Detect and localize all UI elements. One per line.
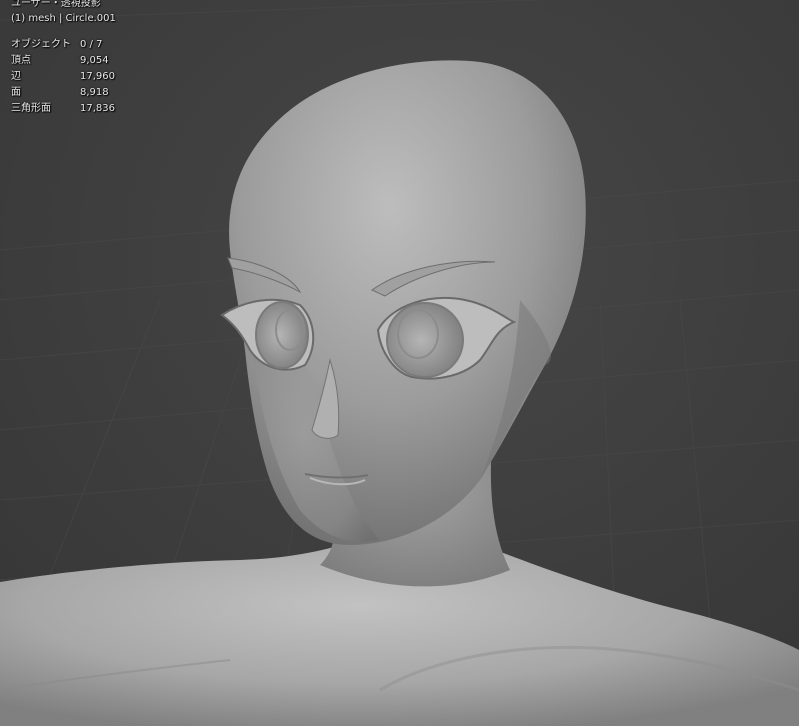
3d-viewport[interactable]: ユーザー・透視投影 (1) mesh | Circle.001 オブジェクト 0…: [0, 0, 799, 726]
stat-value: 17,960: [80, 71, 115, 82]
stat-label: オブジェクト: [11, 39, 71, 50]
stat-row-faces: 面 8,918: [11, 85, 115, 101]
stat-value: 17,836: [80, 103, 115, 114]
stat-row-edges: 辺 17,960: [11, 69, 115, 85]
stat-row-vertices: 頂点 9,054: [11, 53, 115, 69]
stat-value: 8,918: [80, 87, 109, 98]
stat-value: 9,054: [80, 55, 109, 66]
stat-row-triangles: 三角形面 17,836: [11, 101, 115, 117]
stat-label: 面: [11, 87, 21, 98]
stat-value: 0 / 7: [80, 39, 103, 50]
active-object-label: (1) mesh | Circle.001: [11, 13, 116, 24]
stat-label: 三角形面: [11, 103, 51, 114]
scene-statistics: オブジェクト 0 / 7 頂点 9,054 辺 17,960 面 8,918 三…: [11, 37, 115, 117]
stat-label: 頂点: [11, 55, 31, 66]
stat-row-objects: オブジェクト 0 / 7: [11, 37, 115, 53]
viewport-scene[interactable]: [0, 0, 799, 726]
stat-label: 辺: [11, 71, 21, 82]
